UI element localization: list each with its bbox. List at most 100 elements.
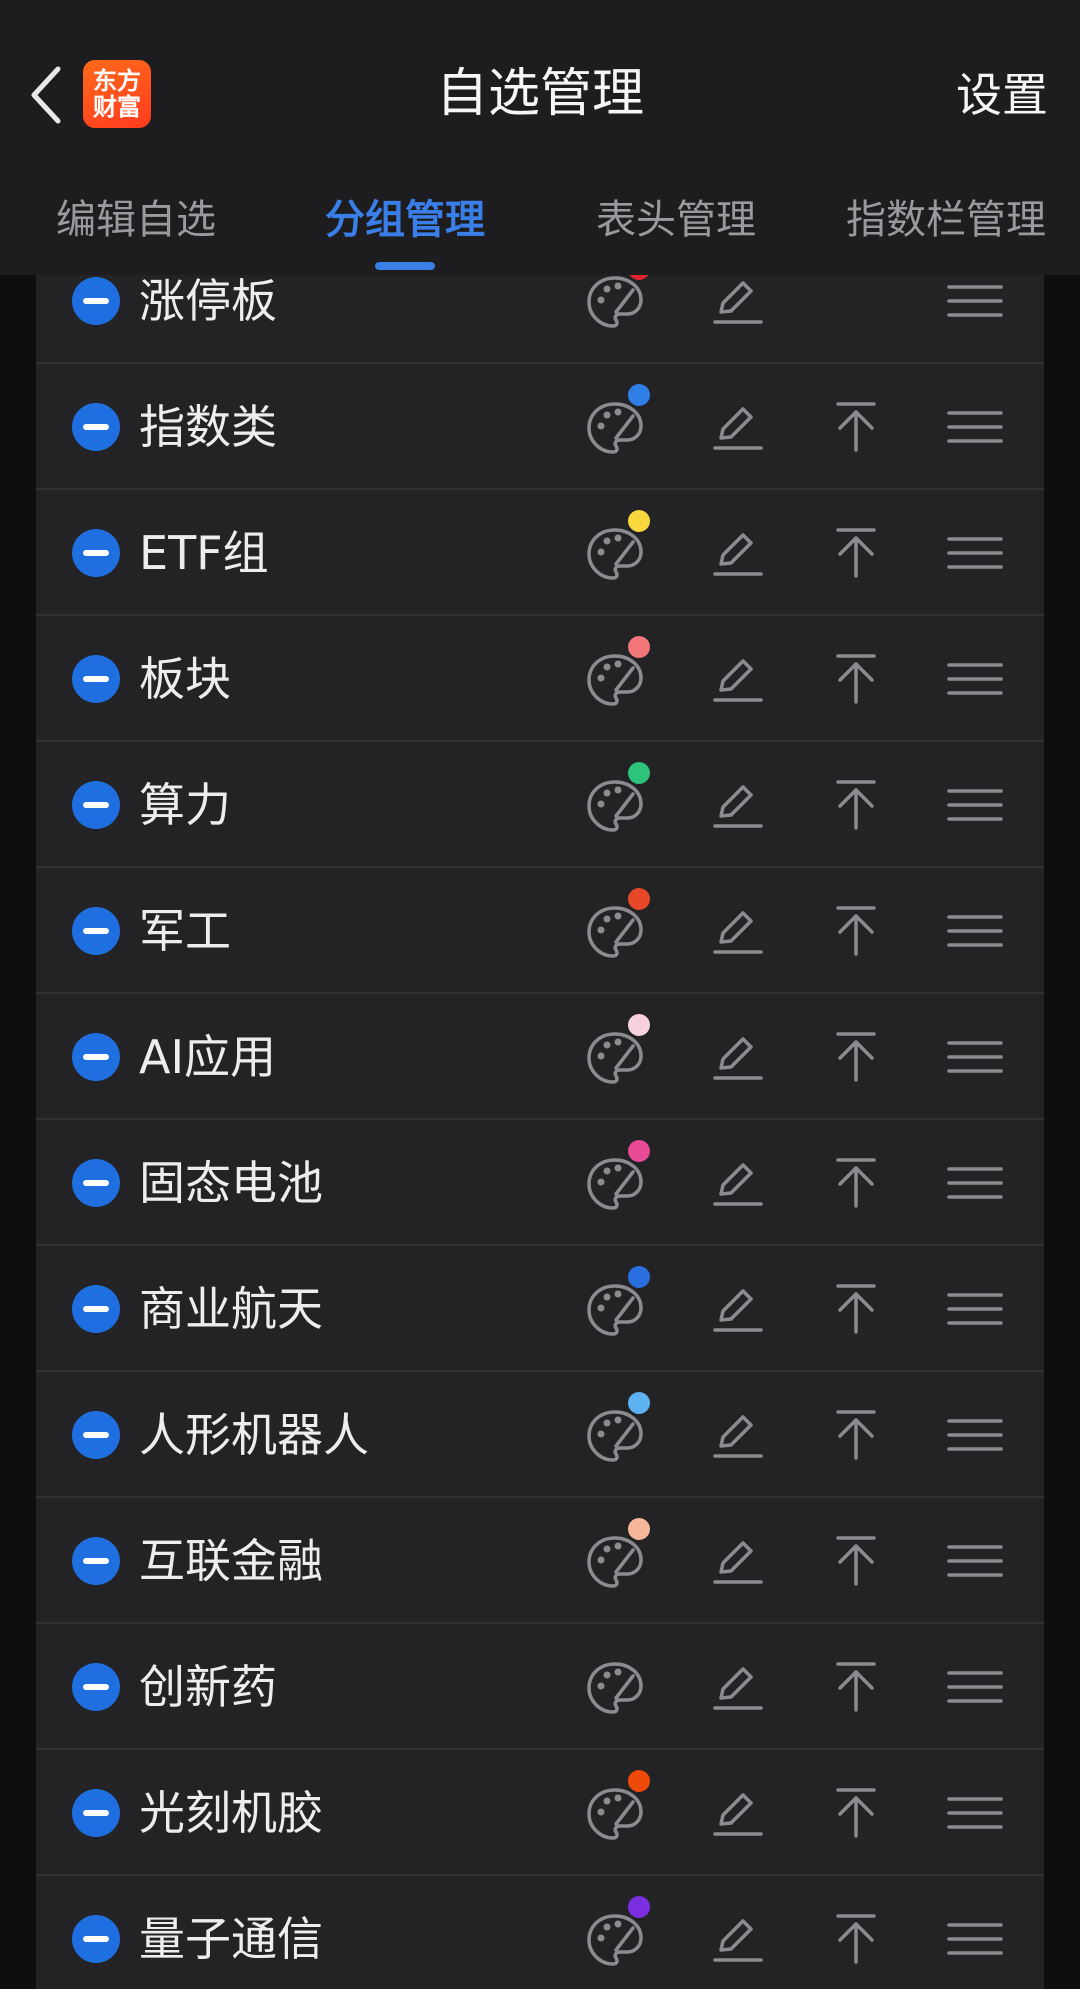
arrow-to-top-icon[interactable] [832, 1280, 880, 1336]
group-name: 算力 [139, 778, 231, 832]
group-row: 人形机器人 [36, 1372, 1044, 1498]
drag-handle-icon[interactable] [947, 1543, 1003, 1579]
remove-group-button[interactable] [72, 655, 120, 703]
pencil-icon[interactable] [709, 398, 765, 454]
top-bar: 东方 财富 自选管理 设置 编辑自选 分组管理 表头管理 指数栏管理 [0, 0, 1080, 275]
pencil-icon[interactable] [709, 1154, 765, 1210]
drag-handle-icon[interactable] [947, 787, 1003, 823]
remove-group-button[interactable] [72, 277, 120, 325]
drag-handle-icon[interactable] [947, 409, 1003, 445]
group-row: ETF组 [36, 490, 1044, 616]
tab-bar: 编辑自选 分组管理 表头管理 指数栏管理 [0, 185, 1080, 275]
group-color-dot [628, 888, 650, 910]
drag-handle-icon[interactable] [947, 661, 1003, 697]
group-name: 军工 [139, 904, 231, 958]
group-name: 指数类 [139, 400, 277, 454]
arrow-to-top-icon[interactable] [832, 1658, 880, 1714]
tab-header-management[interactable]: 表头管理 [596, 185, 756, 255]
drag-handle-icon[interactable] [947, 913, 1003, 949]
group-row: AI应用 [36, 994, 1044, 1120]
group-color-dot [628, 384, 650, 406]
remove-group-button[interactable] [72, 907, 120, 955]
group-name: 人形机器人 [139, 1408, 369, 1462]
remove-group-button[interactable] [72, 1537, 120, 1585]
arrow-to-top-icon[interactable] [832, 1532, 880, 1588]
group-name: 商业航天 [139, 1282, 323, 1336]
group-name: 互联金融 [139, 1534, 323, 1588]
arrow-to-top-icon[interactable] [832, 1028, 880, 1084]
pencil-icon[interactable] [709, 1784, 765, 1840]
pencil-icon[interactable] [709, 275, 765, 328]
pencil-icon[interactable] [709, 1532, 765, 1588]
remove-group-button[interactable] [72, 1285, 120, 1333]
remove-group-button[interactable] [72, 1663, 120, 1711]
arrow-to-top-icon[interactable] [832, 650, 880, 706]
pencil-icon[interactable] [709, 524, 765, 580]
pencil-icon[interactable] [709, 776, 765, 832]
settings-button[interactable]: 设置 [956, 62, 1048, 128]
group-row: 算力 [36, 742, 1044, 868]
remove-group-button[interactable] [72, 1789, 120, 1837]
drag-handle-icon[interactable] [947, 1921, 1003, 1957]
remove-group-button[interactable] [72, 403, 120, 451]
group-row: 板块 [36, 616, 1044, 742]
group-row: 商业航天 [36, 1246, 1044, 1372]
group-row: 军工 [36, 868, 1044, 994]
pencil-icon[interactable] [709, 1658, 765, 1714]
pencil-icon[interactable] [709, 902, 765, 958]
group-row: 指数类 [36, 364, 1044, 490]
arrow-to-top-icon[interactable] [832, 776, 880, 832]
group-row: 光刻机胶 [36, 1750, 1044, 1876]
group-color-dot [628, 1140, 650, 1162]
drag-handle-icon[interactable] [947, 535, 1003, 571]
group-color-dot [628, 1770, 650, 1792]
group-name: ETF组 [139, 526, 269, 580]
drag-handle-icon[interactable] [947, 1795, 1003, 1831]
pencil-icon[interactable] [709, 1280, 765, 1336]
tab-index-bar-management[interactable]: 指数栏管理 [846, 185, 1046, 255]
palette-icon[interactable] [583, 1656, 647, 1720]
arrow-to-top-icon[interactable] [832, 902, 880, 958]
palette-icon[interactable] [583, 275, 647, 334]
group-name: 创新药 [139, 1660, 277, 1714]
group-list: 涨停板 指数类 ETF组 板块 算力 军工 AI应用 固态电池 商业航天 人形机… [36, 275, 1044, 1989]
drag-handle-icon[interactable] [947, 1165, 1003, 1201]
group-color-dot [628, 510, 650, 532]
group-name: AI应用 [139, 1030, 277, 1084]
group-color-dot [628, 1896, 650, 1918]
page-title: 自选管理 [435, 64, 644, 124]
pencil-icon[interactable] [709, 1028, 765, 1084]
tab-edit-watchlist[interactable]: 编辑自选 [56, 185, 216, 255]
arrow-to-top-icon[interactable] [832, 398, 880, 454]
remove-group-button[interactable] [72, 1411, 120, 1459]
remove-group-button[interactable] [72, 781, 120, 829]
arrow-to-top-icon[interactable] [832, 1910, 880, 1966]
remove-group-button[interactable] [72, 1159, 120, 1207]
pencil-icon[interactable] [709, 650, 765, 706]
arrow-to-top-icon[interactable] [832, 1406, 880, 1462]
remove-group-button[interactable] [72, 1915, 120, 1963]
group-row: 固态电池 [36, 1120, 1044, 1246]
arrow-to-top-icon[interactable] [832, 1784, 880, 1840]
group-name: 涨停板 [139, 275, 277, 328]
group-name: 量子通信 [139, 1912, 323, 1966]
group-color-dot [628, 762, 650, 784]
group-color-dot [628, 1518, 650, 1540]
group-color-dot [628, 1392, 650, 1414]
drag-handle-icon[interactable] [947, 1039, 1003, 1075]
drag-handle-icon[interactable] [947, 1669, 1003, 1705]
drag-handle-icon[interactable] [947, 1291, 1003, 1327]
drag-handle-icon[interactable] [947, 1417, 1003, 1453]
arrow-to-top-icon[interactable] [832, 524, 880, 580]
active-tab-indicator [375, 262, 435, 270]
pencil-icon[interactable] [709, 1406, 765, 1462]
arrow-to-top-icon[interactable] [832, 1154, 880, 1210]
group-color-dot [628, 1014, 650, 1036]
remove-group-button[interactable] [72, 1033, 120, 1081]
group-name: 固态电池 [139, 1156, 323, 1210]
tab-group-management[interactable]: 分组管理 [325, 185, 485, 255]
group-row: 涨停板 [36, 275, 1044, 364]
drag-handle-icon[interactable] [947, 283, 1003, 319]
remove-group-button[interactable] [72, 529, 120, 577]
pencil-icon[interactable] [709, 1910, 765, 1966]
